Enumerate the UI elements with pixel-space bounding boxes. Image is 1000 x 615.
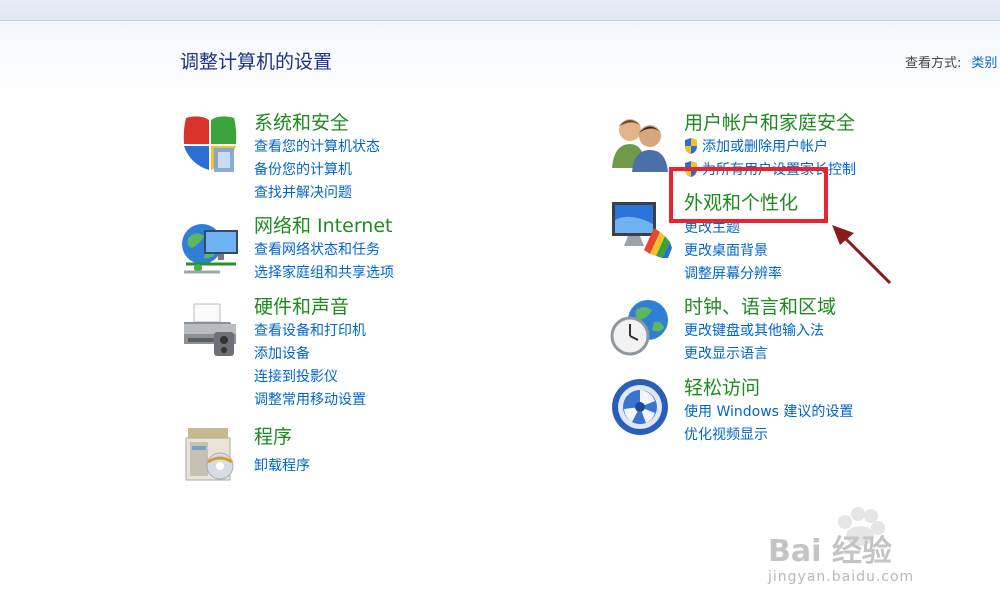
link-add-remove-accounts-label: 添加或删除用户帐户 [702,139,828,155]
link-add-device[interactable]: 添加设备 [254,345,310,363]
link-view-computer-status[interactable]: 查看您的计算机状态 [254,138,380,156]
link-optimize-display[interactable]: 优化视频显示 [684,426,768,444]
link-change-keyboard[interactable]: 更改键盘或其他输入法 [684,322,824,340]
link-troubleshoot[interactable]: 查找并解决问题 [254,184,352,202]
window-top-bar [0,0,1000,21]
network-globe-icon[interactable] [180,218,242,280]
link-uninstall-program[interactable]: 卸载程序 [254,457,310,475]
users-icon[interactable] [610,112,672,174]
printer-icon[interactable] [180,300,242,362]
link-screen-resolution[interactable]: 调整屏幕分辨率 [684,265,782,283]
clock-globe-icon[interactable] [610,296,672,358]
link-homegroup-sharing[interactable]: 选择家庭组和共享选项 [254,264,394,282]
link-add-remove-accounts[interactable]: 添加或删除用户帐户 [684,138,828,156]
link-mobility-settings[interactable]: 调整常用移动设置 [254,391,366,409]
uac-shield-icon [685,138,697,154]
link-devices-printers[interactable]: 查看设备和打印机 [254,322,366,340]
link-backup-computer[interactable]: 备份您的计算机 [254,161,352,179]
annotation-arrow [832,225,892,285]
view-by: 查看方式: 类别 [905,52,997,71]
watermark-brand: Bai 经验 [768,534,892,569]
category-title-ease-of-access[interactable]: 轻松访问 [684,377,760,399]
link-desktop-background[interactable]: 更改桌面背景 [684,242,768,260]
shield-icon[interactable] [180,112,242,174]
category-title-clock-language-region[interactable]: 时钟、语言和区域 [684,296,836,318]
link-network-status[interactable]: 查看网络状态和任务 [254,241,380,259]
programs-box-icon[interactable] [180,424,242,486]
view-by-label: 查看方式: [905,56,962,71]
category-title-system-security[interactable]: 系统和安全 [254,112,349,134]
monitor-palette-icon[interactable] [610,198,672,260]
category-title-programs[interactable]: 程序 [254,426,292,448]
category-title-hardware-sound[interactable]: 硬件和声音 [254,296,349,318]
link-connect-projector[interactable]: 连接到投影仪 [254,368,338,386]
link-recommended-settings[interactable]: 使用 Windows 建议的设置 [684,403,853,421]
watermark-url: jingyan.baidu.com [768,569,915,585]
view-by-dropdown[interactable]: 类别 [971,56,997,71]
header-gradient [0,21,1000,101]
highlight-box [669,167,828,223]
ease-of-access-icon[interactable] [610,377,672,439]
category-title-network-internet[interactable]: 网络和 Internet [254,215,392,237]
link-display-language[interactable]: 更改显示语言 [684,345,768,363]
category-title-user-accounts[interactable]: 用户帐户和家庭安全 [684,112,855,134]
page-title: 调整计算机的设置 [180,51,333,73]
